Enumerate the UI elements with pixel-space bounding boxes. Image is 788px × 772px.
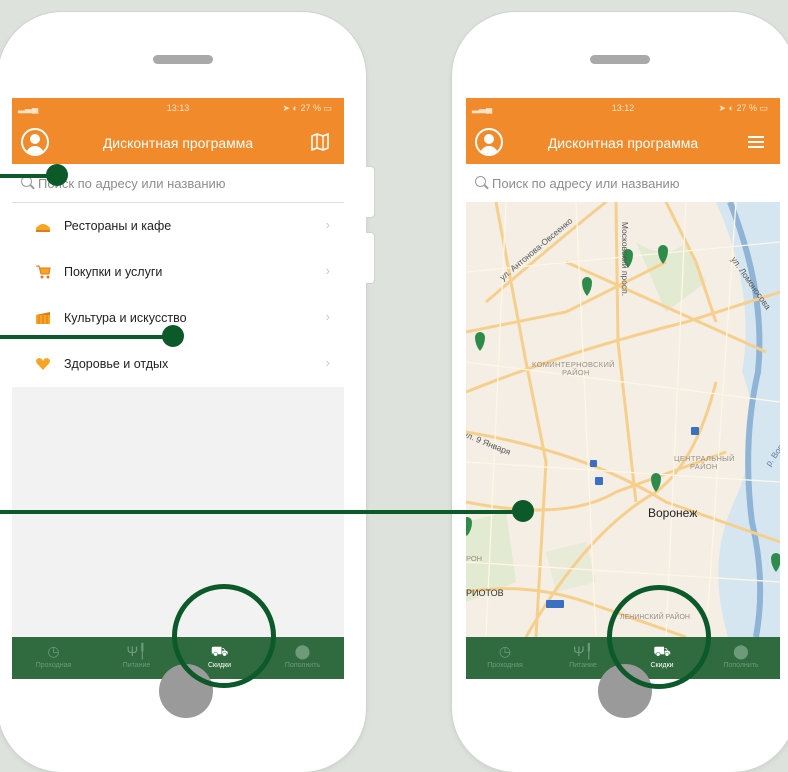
clock-icon: ◷ — [498, 643, 512, 659]
tab-pass[interactable]: ◷ Проходная — [466, 637, 544, 679]
category-health[interactable]: Здоровье и отдых › — [12, 341, 344, 387]
side-button — [366, 232, 375, 284]
chevron-right-icon: › — [325, 263, 330, 278]
map-label-partial: РИОТОВ — [466, 588, 504, 598]
tab-label: Проходная — [487, 662, 523, 669]
tab-label: Пополнить — [284, 662, 321, 669]
side-button — [366, 166, 375, 218]
callout-line-map — [0, 510, 520, 514]
food-icon — [36, 224, 50, 232]
pin-icon: ⬤ — [733, 643, 749, 659]
category-label: Здоровье и отдых — [64, 357, 169, 371]
category-label: Культура и искусство — [64, 311, 187, 325]
status-bar: ▂▃▄ 13:13 ➤ ◐ 27 % ▭ — [12, 98, 344, 120]
tab-label: Питание — [122, 662, 151, 669]
tab-pass[interactable]: ◷ Проходная — [12, 637, 95, 679]
callout-line-categories — [0, 335, 172, 339]
category-shopping[interactable]: Покупки и услуги › — [12, 249, 344, 295]
header-title: Дисконтная программа — [547, 135, 699, 151]
map-label-partial: РОН — [466, 554, 483, 563]
right-screen: ▂▃▄ 13:12 ➤ ◐ 27 % ▭ Дисконтная программ… — [466, 98, 780, 679]
battery-percent: 27 % — [300, 103, 321, 113]
speaker-grille — [590, 55, 650, 64]
cart-icon — [36, 265, 51, 279]
app-header: Дисконтная программа — [12, 120, 344, 164]
map-label-district: РАЙОН — [690, 462, 718, 471]
clock-icon: ◷ — [47, 643, 60, 659]
tab-label: Проходная — [35, 662, 72, 669]
search-placeholder: Поиск по адресу или названию — [492, 176, 680, 191]
callout-ring-discounts-tab — [172, 584, 276, 688]
header-title: Дисконтная программа — [102, 135, 254, 151]
tab-label: Пополнить — [723, 662, 759, 669]
list-icon[interactable] — [746, 133, 766, 151]
callout-dot-categories — [162, 325, 184, 347]
chevron-right-icon: › — [325, 355, 330, 370]
battery-indicator: ➤ ◐ 27 % ▭ — [282, 103, 332, 113]
map-label-city: Воронеж — [648, 506, 698, 520]
speaker-grille — [153, 55, 213, 64]
search-bar[interactable]: Поиск по адресу или названию — [466, 164, 780, 203]
category-label: Покупки и услуги — [64, 265, 163, 279]
heart-icon — [36, 358, 50, 370]
battery-percent: 27 % — [736, 103, 757, 113]
search-icon — [475, 176, 486, 187]
fork-knife-icon: Ψ╿ — [126, 643, 147, 659]
left-screen: ▂▃▄ 13:13 ➤ ◐ 27 % ▭ Дисконтная программ… — [12, 98, 344, 679]
category-restaurants[interactable]: Рестораны и кафе › — [12, 203, 344, 249]
callout-ring-discounts-tab — [607, 585, 711, 689]
map-label-street: Московский просп. — [620, 221, 631, 297]
tab-topup[interactable]: ⬤ Пополнить — [702, 637, 780, 679]
app-header: Дисконтная программа — [466, 120, 780, 164]
callout-dot-search — [46, 164, 68, 186]
category-list: Рестораны и кафе › Покупки и услуги › Ку… — [12, 203, 344, 387]
category-label: Рестораны и кафе — [64, 219, 172, 233]
theater-icon — [36, 312, 50, 324]
map-label-district: РАЙОН — [562, 368, 590, 377]
chevron-right-icon: › — [325, 309, 330, 324]
battery-indicator: ➤ ◐ 27 % ▭ — [718, 103, 768, 113]
status-bar: ▂▃▄ 13:12 ➤ ◐ 27 % ▭ — [466, 98, 780, 120]
map-icon[interactable] — [310, 132, 330, 152]
callout-dot-map — [512, 500, 534, 522]
city-map[interactable]: ул. Антонова-Овсеенко Московский просп. … — [466, 202, 780, 637]
chevron-right-icon: › — [325, 217, 330, 232]
